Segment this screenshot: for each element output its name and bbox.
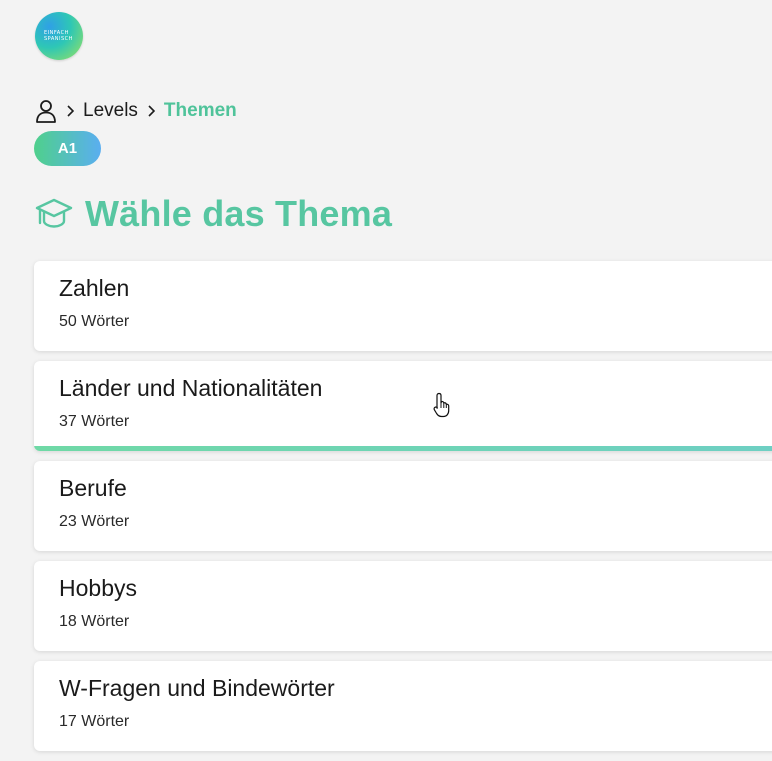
topic-list: Zahlen 50 Wörter Länder und Nationalität… <box>34 261 772 761</box>
topic-name: Berufe <box>59 475 127 501</box>
topic-name: Zahlen <box>59 275 130 301</box>
user-icon[interactable] <box>35 99 57 123</box>
topic-name: Hobbys <box>59 575 137 601</box>
level-badge[interactable]: A1 <box>34 131 101 166</box>
topic-card-laender[interactable]: Länder und Nationalitäten 37 Wörter <box>34 361 772 451</box>
breadcrumb: Levels Themen <box>35 98 237 124</box>
chevron-right-icon <box>147 105 155 117</box>
topic-word-count: 37 Wörter <box>59 413 130 430</box>
topic-card-hobbys[interactable]: Hobbys 18 Wörter <box>34 561 772 651</box>
page-title-text: Wähle das Thema <box>85 193 393 234</box>
topic-card-w-fragen[interactable]: W-Fragen und Bindewörter 17 Wörter <box>34 661 772 751</box>
topic-word-count: 50 Wörter <box>59 313 130 330</box>
topic-word-count: 18 Wörter <box>59 613 130 630</box>
logo-text: EINFACH SPANISCH <box>44 30 73 42</box>
app-logo[interactable]: EINFACH SPANISCH <box>35 12 83 60</box>
topic-card-berufe[interactable]: Berufe 23 Wörter <box>34 461 772 551</box>
chevron-right-icon <box>66 105 74 117</box>
topic-word-count: 17 Wörter <box>59 713 130 730</box>
page-title: Wähle das Thema <box>35 193 392 235</box>
breadcrumb-themen: Themen <box>163 100 237 121</box>
topic-name: W-Fragen und Bindewörter <box>59 675 335 701</box>
topic-card-zahlen[interactable]: Zahlen 50 Wörter <box>34 261 772 351</box>
topic-word-count: 23 Wörter <box>59 513 130 530</box>
topic-name: Länder und Nationalitäten <box>59 375 323 401</box>
level-badge-label: A1 <box>57 140 78 157</box>
breadcrumb-levels[interactable]: Levels <box>83 100 138 122</box>
graduation-cap-icon <box>35 198 73 228</box>
